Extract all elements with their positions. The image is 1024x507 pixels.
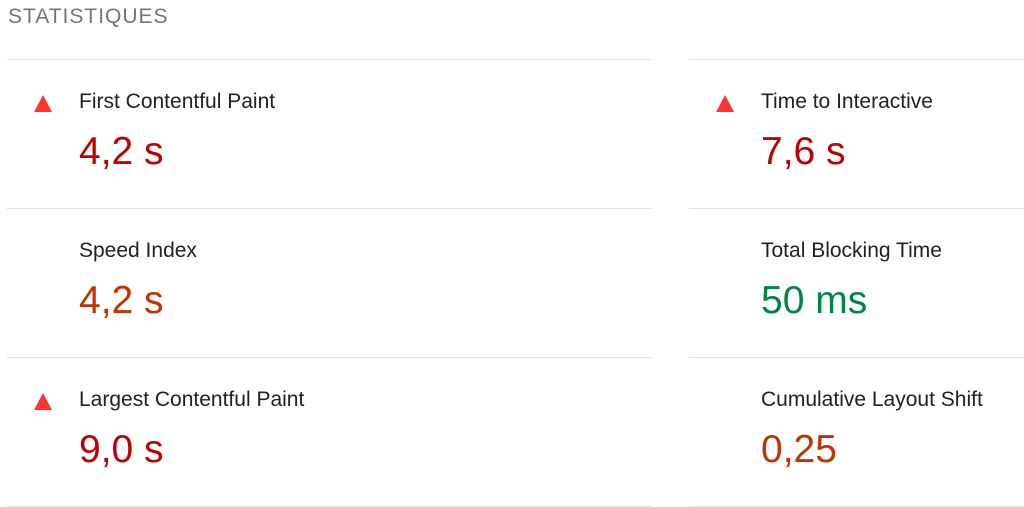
metric-time-to-interactive: Time to Interactive 7,6 s [689,59,1024,208]
metric-value: 4,2 s [79,130,164,173]
metric-cumulative-layout-shift: Cumulative Layout Shift 0,25 [689,357,1024,507]
metric-largest-contentful-paint: Largest Contentful Paint 9,0 s [7,357,651,507]
metric-value: 4,2 s [79,279,164,322]
warning-triangle-icon [34,393,52,410]
metric-value: 50 ms [761,279,868,322]
metric-value: 7,6 s [761,130,846,173]
metric-speed-index: Speed Index 4,2 s [7,208,651,357]
section-title: STATISTIQUES [8,5,169,28]
metric-label: Speed Index [79,239,197,262]
metric-first-contentful-paint: First Contentful Paint 4,2 s [7,59,651,208]
metric-label: Largest Contentful Paint [79,388,305,411]
metric-value: 9,0 s [79,428,164,471]
warning-triangle-icon [34,95,52,112]
metric-value: 0,25 [761,428,837,471]
metrics-column-left: First Contentful Paint 4,2 s Speed Index… [7,59,651,507]
metric-label: First Contentful Paint [79,90,276,113]
metric-label: Cumulative Layout Shift [761,388,983,411]
metrics-column-right: Time to Interactive 7,6 s Total Blocking… [689,59,1024,507]
metric-total-blocking-time: Total Blocking Time 50 ms [689,208,1024,357]
metric-label: Total Blocking Time [761,239,942,262]
warning-triangle-icon [716,95,734,112]
metrics-panel: STATISTIQUES First Contentful Paint 4,2 … [0,0,1024,507]
metric-label: Time to Interactive [761,90,933,113]
